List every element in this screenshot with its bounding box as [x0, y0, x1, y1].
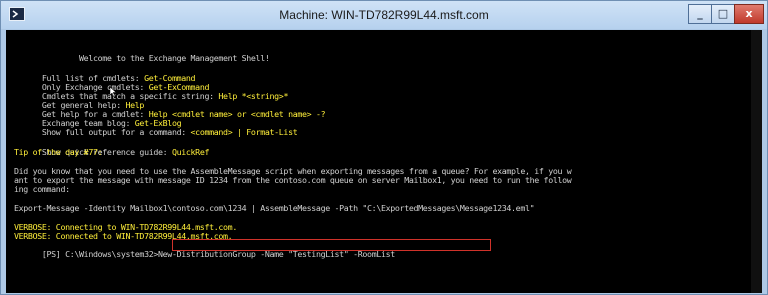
- console-output[interactable]: Welcome to the Exchange Management Shell…: [6, 30, 762, 293]
- minimize-button[interactable]: _: [688, 4, 712, 24]
- powershell-window: Machine: WIN-TD782R99L44.msft.com _ □ x …: [0, 0, 768, 295]
- title-bar[interactable]: Machine: WIN-TD782R99L44.msft.com _ □ x: [1, 1, 767, 29]
- line-command: QuickRef: [171, 147, 210, 157]
- tip-example: Export-Message -Identity Mailbox1\contos…: [14, 203, 535, 213]
- tip-heading: Tip of the day #77:: [14, 147, 103, 157]
- welcome-text: Welcome to the Exchange Management Shell…: [41, 53, 270, 63]
- shell-prompt: [PS] C:\Windows\system32>: [41, 249, 159, 259]
- window-title: Machine: WIN-TD782R99L44.msft.com: [279, 8, 489, 22]
- tip-text: ing command:: [14, 184, 70, 194]
- tip-text: ant to export the message with message I…: [14, 175, 572, 185]
- command-highlight-box: [172, 239, 491, 251]
- close-button[interactable]: x: [734, 4, 764, 24]
- line-label: Show full output for a command:: [41, 127, 191, 137]
- line-command: Help *<string>*: [218, 91, 289, 101]
- vertical-scrollbar[interactable]: [751, 30, 762, 293]
- line-command: <command> | Format-List: [190, 127, 298, 137]
- mouse-cursor-icon: [110, 87, 117, 97]
- maximize-button[interactable]: □: [711, 4, 735, 24]
